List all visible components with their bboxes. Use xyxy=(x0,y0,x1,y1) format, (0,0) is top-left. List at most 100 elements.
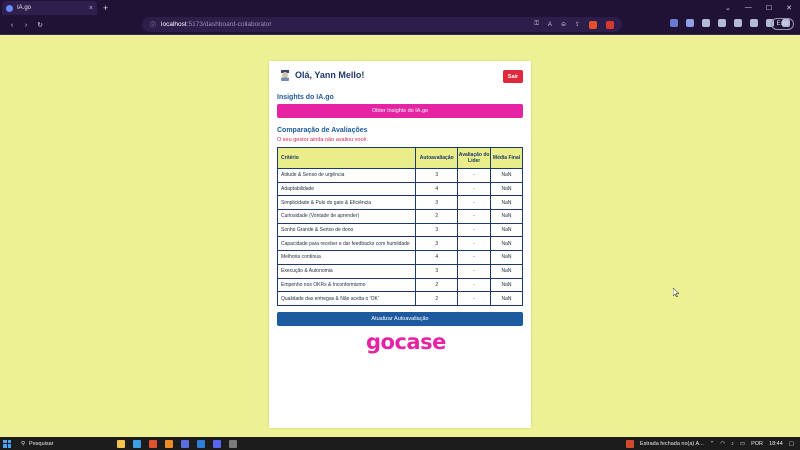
sidebar-icon[interactable] xyxy=(750,19,758,27)
close-window-icon[interactable]: ✕ xyxy=(786,4,792,12)
dashboard-card: Olá, Yann Mello! Sair Insights do IA.go … xyxy=(269,61,531,428)
share-icon[interactable]: ⇪ xyxy=(575,21,580,28)
self-score-cell: 3 xyxy=(415,168,459,183)
criterion-cell: Curiosidade (Vontade de aprender) xyxy=(276,209,417,224)
table-row: Melhoria contínua 4- NaN xyxy=(276,250,523,265)
taskbar-search[interactable]: ⚲ Pesquisar xyxy=(21,441,111,447)
leader-score-cell: - xyxy=(457,277,492,293)
avatar-icon xyxy=(281,70,289,81)
window-controls: ⌄ — ☐ ✕ xyxy=(725,4,800,12)
error-pill[interactable]: Erro xyxy=(770,18,794,30)
windows-taskbar: ⚲ Pesquisar Estrada fechada no(a) A... ⌃… xyxy=(0,437,800,450)
address-bar[interactable]: ⓘ localhost :5173/dashboard-collaborator… xyxy=(142,17,622,32)
system-tray: Estrada fechada no(a) A... ⌃ ◠ ♪ ▭ POR 1… xyxy=(625,439,800,448)
tray-chevron-icon[interactable]: ⌃ xyxy=(710,441,715,447)
new-tab-button[interactable]: + xyxy=(103,3,108,13)
browser-toolbar: ‹ › ↻ ⓘ localhost :5173/dashboard-collab… xyxy=(0,16,800,34)
download-icon[interactable] xyxy=(718,19,726,27)
wifi-icon[interactable]: ◠ xyxy=(720,441,725,447)
update-self-evaluation-button[interactable]: Atualizar Autoavaliação xyxy=(277,312,523,326)
maximize-icon[interactable]: ☐ xyxy=(766,4,772,12)
toolbar-divider xyxy=(0,34,800,35)
back-icon[interactable]: ‹ xyxy=(6,22,18,29)
url-host: localhost xyxy=(161,21,187,28)
average-cell: NaN xyxy=(490,263,523,279)
self-score-cell: 4 xyxy=(415,250,459,265)
news-text[interactable]: Estrada fechada no(a) A... xyxy=(640,441,704,447)
table-row: Atitude & Senso de urgência 3- NaN xyxy=(276,168,523,183)
site-info-icon[interactable]: ⓘ xyxy=(150,20,156,29)
header-leader: Avaliação do Líder xyxy=(457,147,492,169)
header-average: Média Final xyxy=(490,147,523,169)
table-row: Simplicidade & Pulo do gato & Eficiência… xyxy=(276,195,523,211)
criterion-cell: Sonho Grande & Senso de dono xyxy=(276,222,417,238)
self-score-cell: 2 xyxy=(415,291,459,306)
wallet-icon[interactable] xyxy=(734,19,742,27)
self-score-cell: 2 xyxy=(415,209,459,224)
criterion-cell: Melhoria contínua xyxy=(276,250,417,265)
criterion-cell: Capacidade para receber e dar feedbacks … xyxy=(276,236,417,252)
start-icon[interactable] xyxy=(3,439,11,448)
leader-score-cell: - xyxy=(457,291,492,306)
battery-icon[interactable]: ▭ xyxy=(740,441,745,447)
store-icon[interactable] xyxy=(133,439,141,448)
key-icon[interactable]: ⚿ xyxy=(534,21,539,28)
logout-button[interactable]: Sair xyxy=(503,70,523,83)
table-row: Sonho Grande & Senso de dono 3- NaN xyxy=(276,222,523,238)
brave-shield-icon[interactable] xyxy=(589,20,597,29)
average-cell: NaN xyxy=(490,181,523,197)
self-score-cell: 4 xyxy=(415,181,459,197)
notification-icon[interactable]: ▢ xyxy=(789,441,794,447)
language-indicator[interactable]: POR xyxy=(751,441,763,447)
leader-score-cell: - xyxy=(457,222,492,238)
leader-score-cell: - xyxy=(457,263,492,279)
average-cell: NaN xyxy=(490,250,523,265)
zoom-icon[interactable]: ⊖ xyxy=(561,21,566,28)
firefox-icon[interactable] xyxy=(165,439,173,448)
table-header-row: Critério Autoavaliação Avaliação do Líde… xyxy=(276,147,523,169)
clock[interactable]: 18:44 xyxy=(769,441,783,447)
puzzle-icon[interactable] xyxy=(702,19,710,27)
vpn-icon[interactable] xyxy=(670,19,678,27)
reload-icon[interactable]: ↻ xyxy=(34,21,46,29)
criterion-cell: Atitude & Senso de urgência xyxy=(276,168,417,183)
average-cell: NaN xyxy=(490,195,523,211)
self-score-cell: 2 xyxy=(415,277,459,293)
github-icon[interactable] xyxy=(229,439,237,448)
criterion-cell: Adaptabilidade xyxy=(276,181,417,197)
tab-close-icon[interactable]: × xyxy=(89,5,93,12)
vscode-icon[interactable] xyxy=(197,439,205,448)
app-icon[interactable] xyxy=(181,439,189,448)
criterion-cell: Qualidade das entregas & Não aceita o 'O… xyxy=(276,291,417,306)
leader-score-cell: - xyxy=(457,209,492,224)
criterion-cell: Simplicidade & Pulo do gato & Eficiência xyxy=(276,195,417,211)
volume-icon[interactable]: ♪ xyxy=(731,441,734,447)
leader-score-cell: - xyxy=(457,168,492,183)
table-row: Adaptabilidade 4- NaN xyxy=(276,181,523,197)
leader-score-cell: - xyxy=(457,195,492,211)
comparison-title: Comparação de Avaliações xyxy=(277,127,368,134)
minimize-icon[interactable]: — xyxy=(745,4,752,12)
table-row: Qualidade das entregas & Não aceita o 'O… xyxy=(276,291,523,306)
discord-icon[interactable] xyxy=(213,439,221,448)
file-explorer-icon[interactable] xyxy=(117,439,125,448)
brave-icon[interactable] xyxy=(149,439,157,448)
criterion-cell: Execução & Autonomia xyxy=(276,263,417,279)
translate-icon[interactable]: A xyxy=(548,22,552,28)
pen-icon[interactable] xyxy=(686,19,694,27)
search-label: Pesquisar xyxy=(29,440,54,447)
rewards-icon[interactable] xyxy=(606,20,614,29)
average-cell: NaN xyxy=(490,291,523,306)
search-icon: ⚲ xyxy=(21,440,26,447)
tab-search-icon[interactable]: ⌄ xyxy=(725,4,731,12)
gocase-logo: gocase xyxy=(366,330,446,354)
browser-tab[interactable]: IA.go × xyxy=(2,1,97,15)
evaluation-table: Critério Autoavaliação Avaliação do Líde… xyxy=(276,147,523,306)
average-cell: NaN xyxy=(490,168,523,183)
average-cell: NaN xyxy=(490,222,523,238)
manager-warning: O seu gestor ainda não avaliou você. xyxy=(277,137,368,143)
table-row: Empenho nos OKRs & Inconformismo 2- NaN xyxy=(276,277,523,293)
forward-icon[interactable]: › xyxy=(20,22,32,29)
url-path: :5173/dashboard-collaborator xyxy=(186,21,272,28)
get-insights-button[interactable]: Obter Insights do IA.go xyxy=(277,104,523,118)
